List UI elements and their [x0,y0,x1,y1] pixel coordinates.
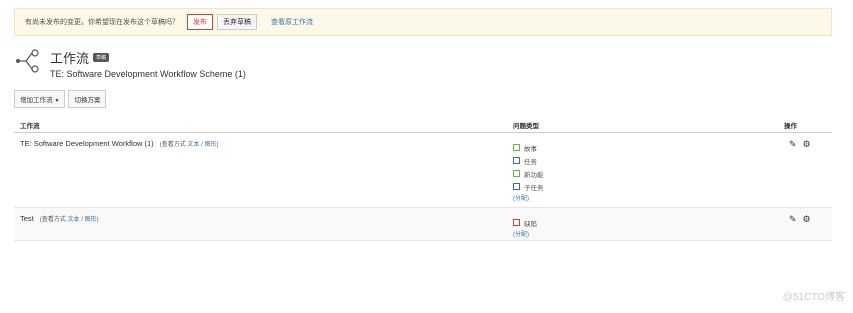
view-separator: / [201,142,203,148]
view-text-link[interactable]: 文本 [68,217,80,223]
issue-type-item: 子任务 [513,180,544,193]
view-prefix: (查看方式 [159,142,186,148]
workflow-icon [16,49,39,73]
add-workflow-label: 增加工作流 [20,97,53,104]
page-title: 工作流 [50,51,90,66]
row-actions: ✎ ⚙ [789,214,817,225]
view-separator: / [81,217,83,223]
scheme-name: TE: Software Development Workflow Scheme… [50,69,246,79]
view-mode: (查看方式 文本 / 图形) [160,142,219,148]
workflow-name: TE: Software Development Workflow (1) [20,139,154,148]
draft-badge: 草稿 [93,53,110,62]
add-workflow-button[interactable]: 增加工作流 ▼ [14,90,66,108]
bug-icon [513,219,520,226]
assign-link[interactable]: (分配) [513,193,544,202]
view-graph-link[interactable]: 图形 [85,217,97,223]
issue-type-list: 缺陷 (分配) [513,216,537,238]
issue-type-item: 任务 [513,154,544,167]
issue-type-label: 缺陷 [524,220,537,228]
table-header: 工作流 问题类型 操作 [14,118,832,133]
workflow-name: Test [20,214,34,223]
column-header-workflow: 工作流 [20,123,40,130]
edit-pencil-icon[interactable]: ✎ [789,214,797,225]
issue-type-item: 缺陷 [513,216,537,229]
assign-link[interactable]: (分配) [513,229,537,238]
draft-notice-bar: 有尚未发布的变更。你希望现在发布这个草稿吗？ 发布 丢弃草稿 查看原工作流 [14,8,832,36]
table-row: Test (查看方式 文本 / 图形) 缺陷 (分配) ✎ ⚙ [14,208,832,241]
edit-pencil-icon[interactable]: ✎ [789,139,797,150]
issue-type-item: 故事 [513,141,544,154]
story-icon [513,144,520,151]
gear-icon[interactable]: ⚙ [803,214,811,225]
table-row: TE: Software Development Workflow (1) (查… [14,133,832,208]
view-mode: (查看方式 文本 / 图形) [40,217,99,223]
issue-type-list: 故事 任务 新功能 子任务 (分配) [513,141,544,202]
column-header-actions: 操作 [784,123,797,130]
task-icon [513,157,520,164]
view-graph-link[interactable]: 图形 [204,142,216,148]
action-toolbar: 增加工作流 ▼ 切换方案 [14,90,109,108]
subtask-icon [513,183,520,190]
new-feature-icon [513,170,520,177]
issue-type-label: 任务 [524,158,537,166]
page-header: 工作流 草稿 TE: Software Development Workflow… [14,48,246,79]
switch-scheme-button[interactable]: 切换方案 [68,90,107,108]
column-header-issue-types: 问题类型 [513,123,539,130]
draft-notice-message: 有尚未发布的变更。你希望现在发布这个草稿吗？ [25,19,179,26]
gear-icon[interactable]: ⚙ [803,139,811,150]
chevron-down-icon: ▼ [54,98,60,104]
workflow-table: 工作流 问题类型 操作 TE: Software Development Wor… [14,118,832,241]
issue-type-item: 新功能 [513,167,544,180]
view-prefix: (查看方式 [39,217,66,223]
discard-draft-button[interactable]: 丢弃草稿 [217,14,257,30]
workflow-cell: TE: Software Development Workflow (1) (查… [20,139,218,148]
view-suffix: ) [96,217,99,223]
workflow-cell: Test (查看方式 文本 / 图形) [20,214,99,223]
issue-type-label: 新功能 [524,171,544,179]
watermark: @51CTO博客 [782,292,845,303]
view-suffix: ) [216,142,219,148]
row-actions: ✎ ⚙ [789,139,817,150]
issue-type-label: 子任务 [524,184,544,192]
publish-button[interactable]: 发布 [187,14,213,30]
issue-type-label: 故事 [524,145,537,153]
view-text-link[interactable]: 文本 [187,142,199,148]
view-original-workflow-link[interactable]: 查看原工作流 [271,17,313,27]
